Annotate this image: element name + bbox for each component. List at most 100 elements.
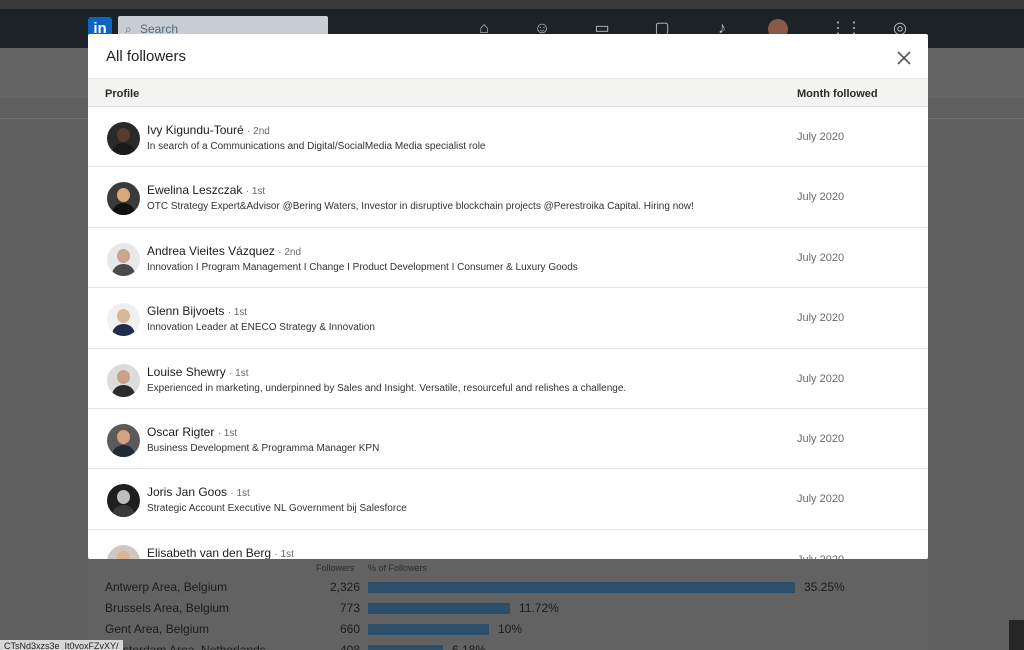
name-line: Andrea Vieites Vázquez · 2nd [147, 244, 301, 258]
location-name: Brussels Area, Belgium [105, 601, 230, 615]
month-followed: July 2020 [797, 251, 845, 264]
corner-widget [1009, 620, 1024, 650]
status-url-tooltip: CTsNd3xzs3e_It0voxFZvXY/ [0, 640, 123, 650]
name-line: Elisabeth van den Berg · 1st [147, 546, 294, 559]
follower-headline: Innovation Leader at ENECO Strategy & In… [147, 322, 375, 334]
connection-degree: · 1st [227, 307, 248, 319]
avatar-face [117, 550, 130, 559]
connection-degree: · 1st [217, 427, 238, 439]
table-header: Profile Month followed [88, 79, 928, 107]
location-count: 660 [339, 622, 360, 636]
month-followed: July 2020 [797, 191, 845, 204]
follower-name[interactable]: Joris Jan Goos [147, 485, 227, 499]
follower-row[interactable]: Ivy Kigundu-Touré · 2nd In search of a Co… [88, 107, 928, 168]
avatar-face [117, 309, 130, 324]
avatar-body [112, 143, 135, 155]
avatar-face [117, 248, 130, 263]
all-followers-modal: All followers Profile Month followed Ivy… [88, 34, 928, 559]
follower-row[interactable]: Ewelina Leszczak · 1st OTC Strategy Exper… [88, 167, 928, 228]
location-pct: 10% [498, 622, 523, 636]
location-pct: 11.72% [519, 601, 559, 615]
modal-header: All followers [88, 34, 928, 79]
location-share-bar [368, 603, 510, 614]
month-followed: July 2020 [797, 131, 845, 143]
avatar[interactable] [107, 303, 140, 337]
browser-chrome-strip [0, 0, 1024, 9]
connection-degree: · 2nd [278, 246, 302, 258]
avatar[interactable] [107, 242, 140, 276]
connection-degree: · 1st [245, 186, 266, 198]
follower-name[interactable]: Ivy Kigundu-Touré [147, 123, 244, 137]
column-header-profile: Profile [105, 88, 140, 100]
follower-headline: OTC Strategy Expert&Advisor @Bering Wate… [147, 201, 694, 213]
avatar-body [112, 444, 135, 457]
follower-name[interactable]: Andrea Vieites Vázquez [147, 244, 275, 258]
followers-list[interactable]: Ivy Kigundu-Touré · 2nd In search of a Co… [88, 107, 928, 559]
month-followed: July 2020 [797, 372, 845, 385]
follower-name[interactable]: Elisabeth van den Berg [147, 546, 271, 559]
location-share-bar [368, 624, 489, 635]
avatar[interactable] [107, 363, 140, 397]
location-share-bar [368, 582, 795, 593]
follower-name[interactable]: Oscar Rigter [147, 425, 214, 439]
avatar[interactable] [107, 484, 140, 518]
follower-row[interactable]: Joris Jan Goos · 1st Strategic Account Ex… [88, 469, 928, 530]
follower-row[interactable]: Glenn Bijvoets · 1st Innovation Leader at… [88, 288, 928, 349]
month-followed: July 2020 [797, 312, 845, 325]
avatar-face [117, 490, 130, 505]
follower-headline: In search of a Communications and Digita… [147, 141, 486, 152]
column-pct-label: % of Followers [368, 563, 428, 573]
name-line: Glenn Bijvoets · 1st [147, 304, 247, 318]
location-row: Amsterdam Area, Netherlands 408 6.18% [105, 640, 865, 650]
column-header-month-followed: Month followed [797, 88, 878, 100]
avatar-body [112, 384, 135, 397]
location-row: Antwerp Area, Belgium 2,326 35.25% [105, 577, 865, 597]
location-pct: 35.25% [804, 580, 845, 594]
follower-headline: Innovation I Program Management I Change… [147, 261, 578, 273]
follower-name[interactable]: Glenn Bijvoets [147, 304, 224, 318]
avatar-body [112, 505, 135, 518]
connection-degree: · 1st [274, 548, 294, 559]
avatar-body [112, 203, 135, 216]
name-line: Ewelina Leszczak · 1st [147, 183, 265, 197]
avatar-face [117, 188, 130, 203]
location-name: Amsterdam Area, Netherlands [105, 643, 266, 650]
column-followers-label: Followers [316, 563, 355, 573]
avatar[interactable] [107, 544, 140, 559]
avatar[interactable] [107, 423, 140, 457]
follower-row[interactable]: Oscar Rigter · 1st Business Development &… [88, 409, 928, 470]
name-line: Louise Shewry · 1st [147, 365, 249, 379]
month-followed: July 2020 [797, 493, 845, 506]
location-count: 408 [339, 643, 360, 650]
avatar-face [117, 128, 130, 142]
location-pct: 6.18% [452, 643, 487, 650]
modal-title: All followers [106, 48, 187, 65]
connection-degree: · 2nd [247, 126, 270, 137]
follower-headline: Experienced in marketing, underpinned by… [147, 382, 627, 394]
avatar[interactable] [107, 182, 140, 216]
month-followed: July 2020 [797, 432, 845, 445]
follower-name[interactable]: Louise Shewry [147, 365, 226, 379]
follower-row[interactable]: Andrea Vieites Vázquez · 2nd Innovation I… [88, 228, 928, 289]
location-row: Gent Area, Belgium 660 10% [105, 619, 865, 639]
avatar-face [117, 429, 130, 444]
connection-degree: · 1st [230, 488, 250, 500]
location-count: 2,326 [329, 580, 360, 594]
avatar-face [117, 369, 130, 384]
connection-degree: · 1st [229, 367, 249, 379]
follower-row[interactable]: Louise Shewry · 1st Experienced in market… [88, 349, 928, 409]
location-name: Antwerp Area, Belgium [105, 580, 228, 594]
avatar[interactable] [107, 122, 140, 155]
location-name: Gent Area, Belgium [105, 622, 210, 636]
follower-row[interactable]: Elisabeth van den Berg · 1st July 2020 [88, 530, 928, 559]
name-line: Oscar Rigter · 1st [147, 425, 237, 439]
close-icon [897, 51, 911, 65]
follower-headline: Business Development & Programma Manager… [147, 442, 380, 454]
close-button[interactable] [894, 48, 914, 68]
follower-name[interactable]: Ewelina Leszczak [147, 183, 242, 197]
month-followed: July 2020 [797, 554, 844, 559]
location-row: Brussels Area, Belgium 773 11.72% [105, 598, 865, 618]
follower-headline: Strategic Account Executive NL Governmen… [147, 503, 407, 515]
avatar-body [112, 324, 135, 337]
location-share-bar [368, 645, 443, 650]
